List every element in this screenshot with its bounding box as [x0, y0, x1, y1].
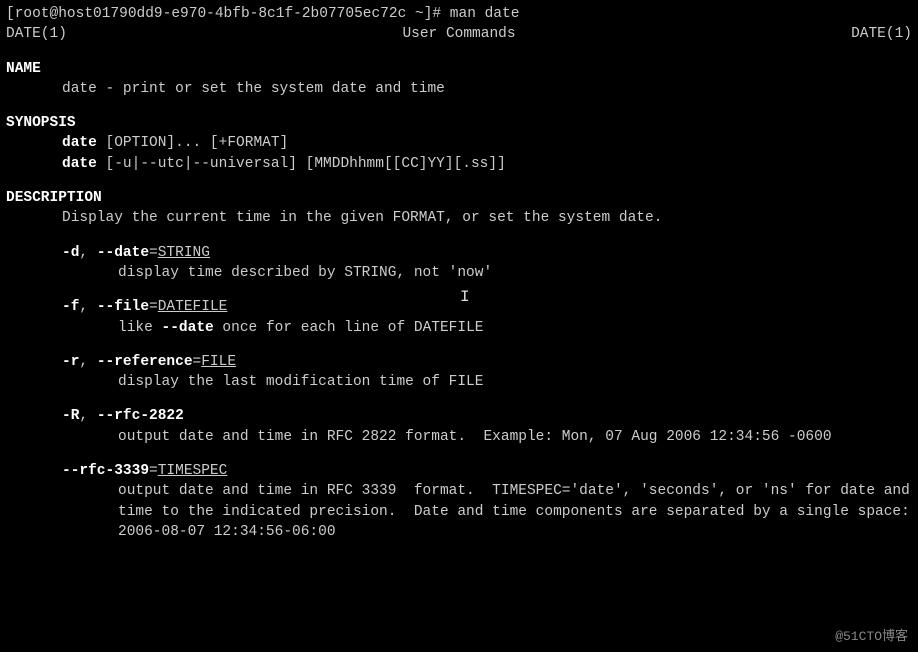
section-synopsis: SYNOPSIS date [OPTION]... [+FORMAT] date… [6, 113, 912, 174]
option-d-arg: STRING [158, 245, 210, 261]
option-R-desc: output date and time in RFC 2822 format.… [62, 427, 912, 447]
option-f-desc-pre: like [118, 320, 162, 336]
option-f-arg: DATEFILE [158, 299, 228, 315]
man-header-center: User Commands [67, 24, 851, 44]
prompt-user: root [15, 6, 50, 22]
man-header-row: DATE(1) User Commands DATE(1) [6, 24, 912, 44]
option-rfc3339-arg: TIMESPEC [158, 463, 228, 479]
synopsis-line-2: date [-u|--utc|--universal] [MMDDhhmm[[C… [6, 154, 912, 174]
section-title-description: DESCRIPTION [6, 188, 912, 208]
option-d-desc-quoted: 'now' [449, 265, 493, 281]
option-r-arg: FILE [201, 354, 236, 370]
synopsis-rest-2: [-u|--utc|--universal] [MMDDhhmm[[CC]YY]… [97, 156, 506, 172]
option-R: -R, --rfc-2822 output date and time in R… [6, 406, 912, 447]
man-header-right: DATE(1) [851, 24, 912, 44]
prompt-cwd: ~ [415, 6, 424, 22]
option-f-short: -f [62, 299, 79, 315]
option-d: -d, --date=STRING display time described… [6, 243, 912, 284]
synopsis-cmd-1: date [62, 135, 97, 151]
option-rfc3339-line: --rfc-3339=TIMESPEC [62, 461, 912, 481]
man-header-left: DATE(1) [6, 24, 67, 44]
option-f: -f, --file=DATEFILE like --date once for… [6, 297, 912, 338]
option-r-long: --reference [97, 354, 193, 370]
option-d-long: --date [97, 245, 149, 261]
option-f-desc-bold: --date [162, 320, 214, 336]
option-f-desc: like --date once for each line of DATEFI… [62, 318, 912, 338]
synopsis-cmd-2: date [62, 156, 97, 172]
watermark-text: @51CTO博客 [835, 628, 908, 646]
description-intro: Display the current time in the given FO… [6, 208, 912, 228]
section-description: DESCRIPTION Display the current time in … [6, 188, 912, 542]
option-r: -r, --reference=FILE display the last mo… [6, 352, 912, 393]
option-d-line: -d, --date=STRING [62, 243, 912, 263]
section-title-synopsis: SYNOPSIS [6, 113, 912, 133]
option-f-line: -f, --file=DATEFILE [62, 297, 912, 317]
option-d-desc-pre: display time described by STRING, not [118, 265, 449, 281]
option-f-desc-post: once for each line of DATEFILE [214, 320, 484, 336]
shell-prompt-line[interactable]: [root@host01790dd9-e970-4bfb-8c1f-2b0770… [6, 4, 912, 24]
section-name: NAME date - print or set the system date… [6, 59, 912, 100]
option-rfc3339-desc: output date and time in RFC 3339 format.… [62, 481, 912, 542]
name-text: date - print or set the system date and … [6, 79, 912, 99]
option-d-desc: display time described by STRING, not 'n… [62, 263, 912, 283]
prompt-host: host01790dd9-e970-4bfb-8c1f-2b07705ec72c [58, 6, 406, 22]
option-rfc3339-long: --rfc-3339 [62, 463, 149, 479]
synopsis-line-1: date [OPTION]... [+FORMAT] [6, 133, 912, 153]
section-title-name: NAME [6, 59, 912, 79]
option-R-line: -R, --rfc-2822 [62, 406, 912, 426]
prompt-command: man date [450, 6, 520, 22]
option-f-long: --file [97, 299, 149, 315]
option-R-short: -R [62, 408, 79, 424]
option-R-long: --rfc-2822 [97, 408, 184, 424]
option-rfc3339: --rfc-3339=TIMESPEC output date and time… [6, 461, 912, 542]
option-r-desc: display the last modification time of FI… [62, 372, 912, 392]
option-r-short: -r [62, 354, 79, 370]
option-d-short: -d [62, 245, 79, 261]
synopsis-rest-1: [OPTION]... [+FORMAT] [97, 135, 288, 151]
option-r-line: -r, --reference=FILE [62, 352, 912, 372]
